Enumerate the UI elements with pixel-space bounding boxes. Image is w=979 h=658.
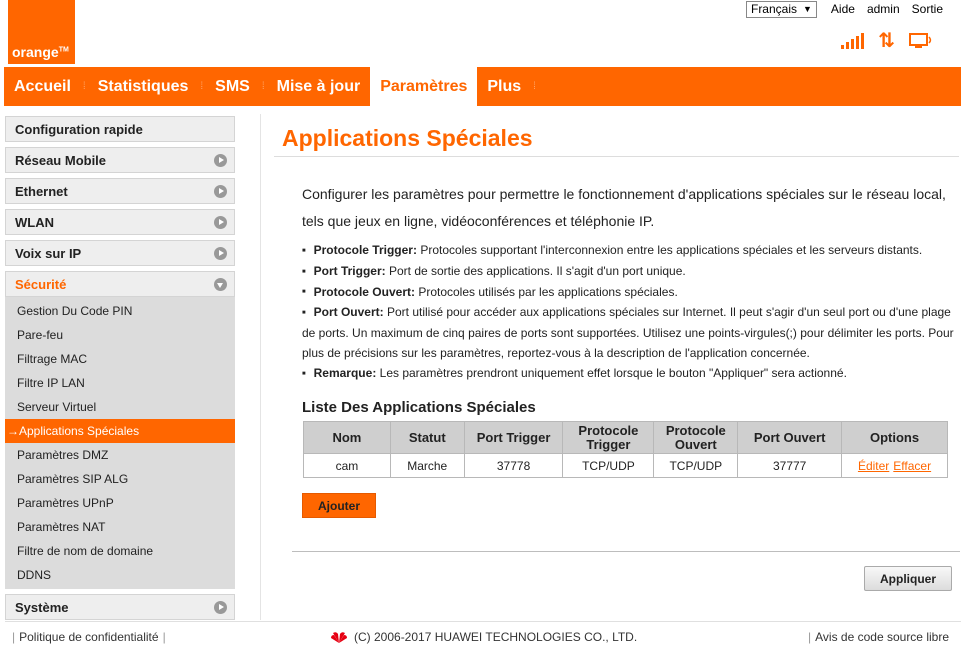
sidebar-subitem-filtrage-mac[interactable]: Filtrage MAC <box>5 347 235 371</box>
sidebar-item-securite[interactable]: Sécurité <box>5 271 235 297</box>
sidebar-subitem-dmz[interactable]: Paramètres DMZ <box>5 443 235 467</box>
edit-link[interactable]: Éditer <box>858 459 889 473</box>
column-header: Port Ouvert <box>737 421 843 454</box>
column-header: Protocole Trigger <box>562 421 655 454</box>
sidebar-subitem-sip-alg[interactable]: Paramètres SIP ALG <box>5 467 235 491</box>
chevron-right-icon <box>214 600 227 614</box>
language-value: Français <box>750 2 797 16</box>
special-apps-table: Nom Statut Port Trigger Protocole Trigge… <box>303 421 948 478</box>
sidebar-subitem-nat[interactable]: Paramètres NAT <box>5 515 235 539</box>
sidebar-item-label: Système <box>15 599 69 615</box>
bullet-port-ouvert: Port Ouvert: Port utilisé pour accéder a… <box>302 302 962 363</box>
column-header: Protocole Ouvert <box>653 421 739 454</box>
help-bullets: Protocole Trigger: Protocoles supportant… <box>302 240 962 384</box>
cell-protocole-trigger: TCP/UDP <box>562 453 655 478</box>
nav-sms[interactable]: SMS <box>205 67 260 106</box>
nav-separator: ⁞ <box>200 81 204 92</box>
sidebar-subitem-applications-speciales[interactable]: →Applications Spéciales <box>5 419 235 443</box>
chevron-right-icon <box>214 184 227 198</box>
sidebar-subitem-pare-feu[interactable]: Pare-feu <box>5 323 235 347</box>
orange-logo: orangeTM <box>8 0 75 64</box>
chevron-down-icon <box>214 277 227 291</box>
logout-link[interactable]: Sortie <box>912 2 943 16</box>
user-link[interactable]: admin <box>867 2 900 16</box>
sidebar-subitem-filtre-domaine[interactable]: Filtre de nom de domaine <box>5 539 235 563</box>
sidebar-item-systeme[interactable]: Système <box>5 594 235 620</box>
content-divider <box>260 114 261 620</box>
sidebar-item-label: WLAN <box>15 214 54 230</box>
nav-separator: ⁞ <box>82 81 86 92</box>
nav-mise-a-jour[interactable]: Mise à jour <box>267 67 371 106</box>
add-button[interactable]: Ajouter <box>302 493 376 518</box>
huawei-logo-icon <box>331 632 347 643</box>
connected-device-icon <box>909 33 932 48</box>
data-transfer-icon: ⇅ <box>878 30 895 52</box>
status-icons: ⇅ <box>841 30 933 52</box>
footer-divider <box>5 621 961 622</box>
nav-accueil[interactable]: Accueil <box>4 67 81 106</box>
table-row: cam Marche 37778 TCP/UDP TCP/UDP 37777 É… <box>303 453 948 478</box>
sidebar-item-label: Voix sur IP <box>15 245 82 261</box>
bullet-protocole-trigger: Protocole Trigger: Protocoles supportant… <box>302 240 962 261</box>
column-header: Options <box>841 421 948 454</box>
nav-separator: ⁞ <box>533 81 536 92</box>
sidebar-item-voix-sur-ip[interactable]: Voix sur IP <box>5 240 235 266</box>
cell-options: Éditer Effacer <box>841 453 948 478</box>
cell-statut: Marche <box>389 453 465 478</box>
sidebar-item-ethernet[interactable]: Ethernet <box>5 178 235 204</box>
privacy-link[interactable]: Politique de confidentialité <box>19 630 158 644</box>
security-submenu: Gestion Du Code PIN Pare-feu Filtrage MA… <box>5 297 235 589</box>
chevron-right-icon <box>214 153 227 167</box>
bullet-port-trigger: Port Trigger: Port de sortie des applica… <box>302 261 962 282</box>
sidebar-item-label: Ethernet <box>15 183 68 199</box>
sidebar-subitem-filtre-ip-lan[interactable]: Filtre IP LAN <box>5 371 235 395</box>
cell-protocole-ouvert: TCP/UDP <box>653 453 739 478</box>
list-title: Liste Des Applications Spéciales <box>302 399 536 416</box>
column-header: Nom <box>303 421 391 454</box>
cell-nom: cam <box>303 453 391 478</box>
main-nav: Accueil ⁞ Statistiques ⁞ SMS ⁞ Mise à jo… <box>4 67 961 106</box>
sidebar: Configuration rapide Réseau Mobile Ether… <box>5 116 235 625</box>
sidebar-item-configuration-rapide[interactable]: Configuration rapide <box>5 116 235 142</box>
sidebar-subitem-ddns[interactable]: DDNS <box>5 563 235 587</box>
column-header: Port Trigger <box>463 421 564 454</box>
sidebar-item-label: Sécurité <box>15 276 67 292</box>
sidebar-item-reseau-mobile[interactable]: Réseau Mobile <box>5 147 235 173</box>
sidebar-subitem-upnp[interactable]: Paramètres UPnP <box>5 491 235 515</box>
sidebar-subitem-pin[interactable]: Gestion Du Code PIN <box>5 299 235 323</box>
intro-text: Configurer les paramètres pour permettre… <box>302 186 946 229</box>
footer: | Politique de confidentialité | (C) 2006-… <box>12 630 949 644</box>
apply-button[interactable]: Appliquer <box>864 566 952 591</box>
page-title: Applications Spéciales <box>282 125 533 151</box>
cell-port-trigger: 37778 <box>463 453 564 478</box>
sidebar-item-label: Configuration rapide <box>15 121 143 137</box>
cell-port-ouvert: 37777 <box>737 453 843 478</box>
nav-parametres[interactable]: Paramètres <box>370 67 478 106</box>
top-bar: Français ▼ Aide admin Sortie <box>745 0 949 18</box>
delete-link[interactable]: Effacer <box>893 459 931 473</box>
chevron-right-icon <box>214 215 227 229</box>
nav-statistiques[interactable]: Statistiques <box>88 67 199 106</box>
chevron-right-icon <box>214 246 227 260</box>
section-divider <box>292 551 960 552</box>
sidebar-subitem-serveur-virtuel[interactable]: Serveur Virtuel <box>5 395 235 419</box>
chevron-down-icon: ▼ <box>803 4 812 14</box>
source-notice-link[interactable]: Avis de code source libre <box>815 630 949 644</box>
help-link[interactable]: Aide <box>831 2 855 16</box>
bullet-protocole-ouvert: Protocole Ouvert: Protocoles utilisés pa… <box>302 282 962 303</box>
sidebar-item-label: Réseau Mobile <box>15 152 107 168</box>
nav-separator: ⁞ <box>261 81 265 92</box>
sidebar-item-wlan[interactable]: WLAN <box>5 209 235 235</box>
nav-plus[interactable]: Plus <box>477 67 531 106</box>
column-header: Statut <box>389 421 465 454</box>
title-divider <box>274 156 959 157</box>
bullet-remarque: Remarque: Les paramètres prendront uniqu… <box>302 363 962 384</box>
signal-strength-icon <box>841 33 865 49</box>
language-select[interactable]: Français ▼ <box>745 0 817 18</box>
copyright-text: (C) 2006-2017 HUAWEI TECHNOLOGIES CO., L… <box>354 630 638 644</box>
